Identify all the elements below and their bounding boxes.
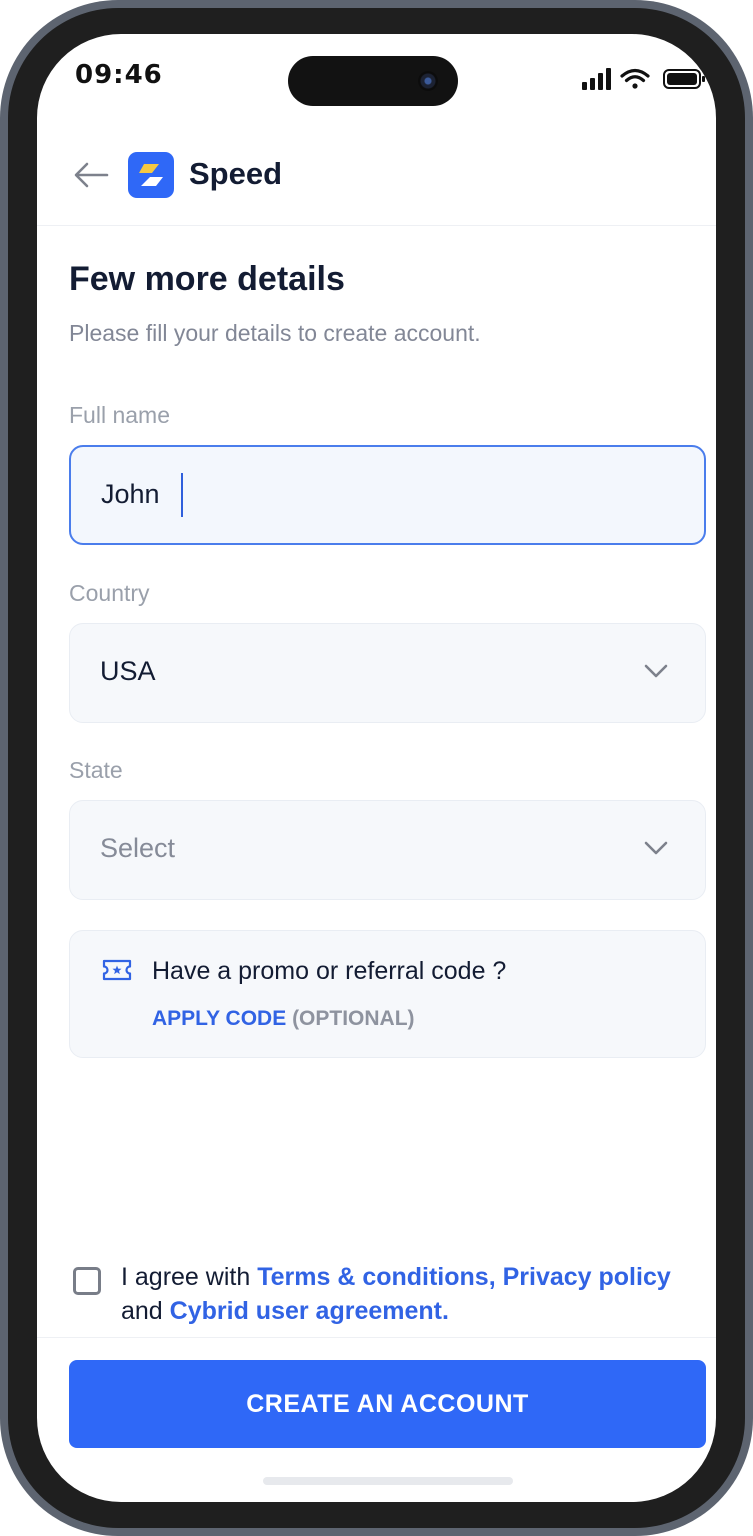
back-arrow-icon[interactable] — [73, 160, 109, 190]
home-indicator[interactable] — [263, 1477, 513, 1485]
agreement-text: I agree with Terms & conditions, Privacy… — [121, 1260, 681, 1328]
state-select[interactable]: Select — [69, 800, 706, 900]
privacy-policy-link[interactable]: Privacy policy — [503, 1263, 671, 1291]
dynamic-island — [288, 56, 458, 106]
cybrid-agreement-link[interactable]: Cybrid user agreement. — [170, 1297, 449, 1325]
country-value: USA — [100, 656, 156, 686]
agreement-prefix: I agree with — [121, 1263, 258, 1291]
promo-actions: APPLY CODE (OPTIONAL) — [152, 1007, 415, 1031]
promo-code-card: Have a promo or referral code ? APPLY CO… — [69, 930, 706, 1058]
country-label: Country — [69, 580, 150, 606]
footer-divider — [37, 1337, 716, 1338]
status-time: 09:46 — [75, 60, 163, 90]
speed-logo-icon — [128, 152, 174, 198]
chevron-down-icon — [644, 664, 668, 678]
wifi-icon — [620, 68, 650, 89]
page-title: Few more details — [69, 260, 345, 298]
apply-code-link[interactable]: APPLY CODE — [152, 1007, 286, 1030]
camera-icon — [418, 71, 438, 91]
full-name-input[interactable]: John — [69, 445, 706, 545]
chevron-down-icon — [644, 841, 668, 855]
optional-label: (OPTIONAL) — [292, 1007, 415, 1030]
state-label: State — [69, 757, 123, 783]
agreement-and-text: and — [121, 1297, 170, 1325]
state-placeholder: Select — [100, 833, 176, 863]
ticket-icon — [102, 959, 132, 981]
full-name-label: Full name — [69, 402, 170, 428]
app-screen: 09:46 Speed Few more details Please fill… — [37, 34, 716, 1502]
battery-icon — [663, 69, 705, 89]
app-header: Speed — [37, 146, 716, 226]
cellular-signal-icon — [582, 68, 611, 90]
status-icons — [582, 68, 705, 90]
country-select[interactable]: USA — [69, 623, 706, 723]
full-name-value: John — [101, 479, 160, 509]
promo-title: Have a promo or referral code ? — [152, 957, 507, 985]
terms-link[interactable]: Terms & conditions, — [257, 1263, 495, 1291]
agreement-checkbox[interactable] — [73, 1267, 101, 1295]
text-cursor — [181, 473, 183, 517]
brand-name: Speed — [189, 156, 283, 191]
create-account-button[interactable]: CREATE AN ACCOUNT — [69, 1360, 706, 1448]
page-subtitle: Please fill your details to create accou… — [69, 320, 481, 346]
